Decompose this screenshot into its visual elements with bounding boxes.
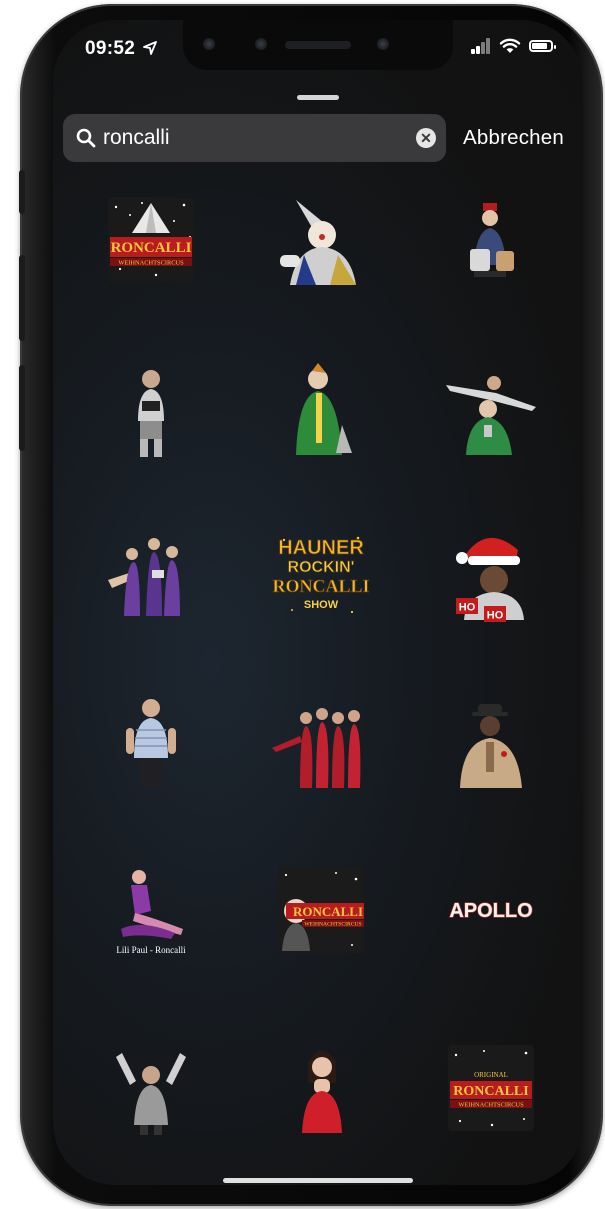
sticker-man-striped-shirt-sticker[interactable] xyxy=(91,683,211,803)
sticker-clown-bowler-hat-sticker[interactable] xyxy=(431,683,551,803)
clear-circle-icon[interactable]: ✕ xyxy=(416,128,436,148)
sticker-roncalli-weihnachtscircus-logo[interactable]: RONCALLI WEIHNACHTSCIRCUS xyxy=(91,180,211,300)
sticker-seated-clown-drum-sticker[interactable] xyxy=(431,180,551,300)
sticker-acrobat-on-clown-sticker[interactable] xyxy=(431,350,551,470)
svg-text:RONCALLI: RONCALLI xyxy=(293,904,363,919)
svg-text:WEIHNACHTSCIRCUS: WEIHNACHTSCIRCUS xyxy=(458,1102,524,1109)
svg-text:ORIGINAL: ORIGINAL xyxy=(474,1071,508,1079)
volume-up-button xyxy=(19,255,25,341)
svg-text:WEIHNACHTSCIRCUS: WEIHNACHTSCIRCUS xyxy=(118,260,184,267)
battery-icon xyxy=(529,40,556,52)
search-icon xyxy=(76,128,96,148)
location-arrow-icon xyxy=(142,41,157,55)
sticker-apollo-logo[interactable]: APOLLO xyxy=(431,850,551,970)
svg-text:RONCALLI: RONCALLI xyxy=(272,576,369,596)
sticker-woman-blowing-kiss-sticker[interactable] xyxy=(261,1028,381,1148)
front-camera xyxy=(255,38,267,50)
svg-text:APOLLO: APOLLO xyxy=(449,900,532,922)
sticker-clown-standing-sticker[interactable] xyxy=(91,350,211,470)
svg-text:HO: HO xyxy=(459,602,476,614)
svg-text:ROCKIN': ROCKIN' xyxy=(288,559,355,576)
search-input[interactable] xyxy=(103,114,403,162)
cellular-signal-icon xyxy=(471,38,493,54)
sticker-green-clown-sticker[interactable] xyxy=(261,350,381,470)
svg-text:HAUNER: HAUNER xyxy=(278,537,364,559)
sticker-man-hands-up-sticker[interactable] xyxy=(91,1028,211,1148)
earpiece-speaker xyxy=(285,41,351,49)
sticker-hauner-rockin-roncalli-show-logo[interactable]: HAUNER ROCKIN' RONCALLI SHOW xyxy=(261,515,381,635)
sticker-ho-ho-santa-sticker[interactable]: HO HO xyxy=(431,515,551,635)
sticker-acrobat-trio-sticker[interactable] xyxy=(91,515,211,635)
notch xyxy=(183,20,453,70)
silent-switch xyxy=(19,170,25,214)
svg-text:WEIHNACHTSCIRCUS: WEIHNACHTSCIRCUS xyxy=(304,922,361,928)
cancel-button[interactable]: Abbrechen xyxy=(463,126,564,150)
volume-down-button xyxy=(19,365,25,451)
sticker-red-dancers-sticker[interactable] xyxy=(261,683,381,803)
status-indicators xyxy=(471,38,571,58)
sticker-clown-pointed-hat-sticker[interactable] xyxy=(261,180,381,300)
svg-text:HO: HO xyxy=(487,610,504,622)
sensor-dot xyxy=(203,38,215,50)
sensor-dot xyxy=(377,38,389,50)
svg-text:Lili Paul - Roncalli: Lili Paul - Roncalli xyxy=(116,945,186,955)
sticker-search-screen: 09:52 ✕ Abbrechen xyxy=(53,20,583,1185)
sticker-lili-paul-roncalli-sticker[interactable]: Lili Paul - Roncalli xyxy=(91,850,211,970)
sticker-roncalli-weihnachtscircus-clown-logo[interactable]: RONCALLI WEIHNACHTSCIRCUS xyxy=(261,850,381,970)
svg-text:RONCALLI: RONCALLI xyxy=(453,1084,528,1099)
sheet-grabber[interactable] xyxy=(297,95,339,100)
home-indicator[interactable] xyxy=(223,1178,413,1183)
sticker-original-roncalli-weihnachtscircus-logo[interactable]: ORIGINAL RONCALLI WEIHNACHTSCIRCUS xyxy=(431,1028,551,1148)
wifi-icon xyxy=(499,38,521,53)
search-bar[interactable]: ✕ xyxy=(63,114,446,162)
status-time: 09:52 xyxy=(85,38,157,60)
svg-text:RONCALLI: RONCALLI xyxy=(111,240,192,256)
svg-text:SHOW: SHOW xyxy=(304,599,339,611)
